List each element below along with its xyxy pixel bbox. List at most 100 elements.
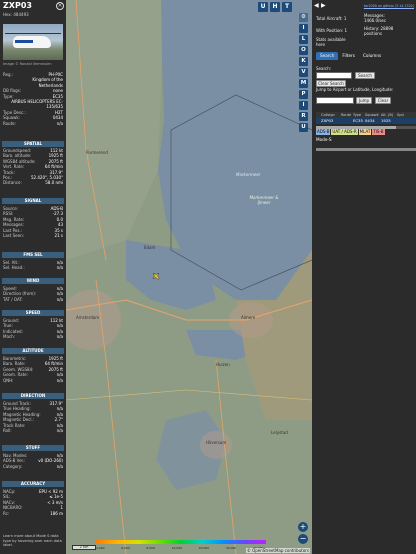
map-button-t[interactable]: T <box>282 2 292 12</box>
stuff-label: Category: <box>3 463 23 469</box>
altitude-row: QNH: n/a <box>3 378 63 383</box>
search-input[interactable] <box>316 72 352 79</box>
stuff-row: Category: n/a <box>3 464 63 469</box>
map-toolbar: ⚙ ILOKVMPIRU <box>299 13 312 132</box>
with-position: With Position: 1 <box>316 28 348 33</box>
direction-list: Ground Track: 317.9° True Heading: n/a Magne… <box>3 401 63 433</box>
spatial-label: Distance: <box>3 180 22 186</box>
info-label: Reg.: <box>3 72 14 77</box>
toolbar-button-p[interactable]: P <box>299 90 308 99</box>
badge-tisb: TIS-B <box>372 129 385 135</box>
accuracy-row: Rc: 186 m <box>3 511 63 516</box>
altitude-color-legend <box>96 540 266 544</box>
section-stuff[interactable]: STUFF <box>2 445 64 451</box>
info-label: Route: <box>3 120 16 126</box>
signal-value: 21 s <box>54 232 63 238</box>
modes-label: Mode-S <box>316 137 332 142</box>
toolbar-button-i[interactable]: I <box>299 24 308 33</box>
tab-filters[interactable]: Filters <box>338 52 359 60</box>
jump-button[interactable]: Jump <box>356 97 372 104</box>
helicopter-shape <box>13 36 51 48</box>
legend-tick: 4,000 <box>96 546 105 550</box>
badge-adsb: ADS-B <box>316 129 331 135</box>
direction-label: Roll: <box>3 427 12 433</box>
osm-attribution[interactable]: © OpenStreetMap contributors <box>245 548 310 553</box>
zoom-in-button[interactable]: + <box>298 522 308 532</box>
map-base <box>66 0 312 554</box>
tab-search[interactable]: Search <box>316 52 339 60</box>
toolbar-button-v[interactable]: V <box>299 68 308 77</box>
footer-note: Learn more about Mode S data type by hov… <box>3 534 62 548</box>
section-speed[interactable]: SPEED <box>2 310 64 316</box>
legend-tick: 6,000 <box>121 546 130 550</box>
section-altitude[interactable]: ALTITUDE <box>2 348 64 354</box>
table-cell <box>341 118 353 124</box>
legend-tick: 30,000 <box>225 546 237 550</box>
info-row: Route: n/a <box>3 121 63 126</box>
label-lelystad: Lelystad <box>271 430 288 435</box>
toolbar-button-m[interactable]: M <box>299 79 308 88</box>
direction-row: Roll: n/a <box>3 428 63 433</box>
selected-callsign: ZXP03 <box>3 1 32 10</box>
section-spatial[interactable]: SPATIAL <box>2 141 64 147</box>
rotor-shape <box>5 33 61 34</box>
photo-credit: Image © Ronald Vermeulen <box>3 62 52 66</box>
label-markermeer: Markermeer <box>236 172 261 177</box>
wind-list: Speed: n/a Direction (from): n/a TAT / OAT: n… <box>3 286 63 302</box>
sidebar-hscroll[interactable] <box>316 148 416 151</box>
stats-link[interactable]: here <box>316 42 325 47</box>
zoom-out-button[interactable]: − <box>298 534 308 544</box>
map-button-u[interactable]: U <box>258 2 268 12</box>
search-button[interactable]: Search <box>355 72 375 79</box>
toolbar-button-o[interactable]: O <box>299 46 308 55</box>
label-purmerend: Purmerend <box>86 150 108 155</box>
toolbar-button-u[interactable]: U <box>299 123 308 132</box>
close-icon[interactable]: × <box>56 2 64 10</box>
version-link[interactable]: tar1090 on github (3.14.1702) <box>364 4 414 8</box>
map-button-h[interactable]: H <box>270 2 280 12</box>
aircraft-info-panel: ZXP03 Hex: 484493 × Image © Ronald Verme… <box>0 0 66 554</box>
label-edam: Edam <box>144 245 156 250</box>
toolbar-button-i[interactable]: I <box>299 101 308 110</box>
spatial-list: Groundspeed: 112 kt Baro. altitude: 1925 ft… <box>3 148 63 186</box>
spatial-value: 58.0 nmi <box>45 180 63 186</box>
aircraft-photo[interactable] <box>3 24 63 60</box>
altitude-legend-ticks: 4,0006,0008,00010,00020,00030,00040,000+ <box>96 546 266 550</box>
fms_sel-row: Sel. Head.: n/a <box>3 265 63 270</box>
expand-sidebar-icon[interactable]: ▶ <box>321 2 326 9</box>
section-accuracy[interactable]: ACCURACY <box>2 481 64 487</box>
direction-value: n/a <box>56 427 63 433</box>
spatial-row: Distance: 58.0 nmi <box>3 180 63 185</box>
label-hilversum: Hilversum <box>206 440 227 445</box>
section-fms-sel[interactable]: FMS SEL <box>2 252 64 258</box>
table-cell: 1925 <box>381 118 391 123</box>
speed-list: Ground: 112 kt True: n/a Indicated: n/a Mach: n… <box>3 318 63 340</box>
fms_sel-value: n/a <box>56 265 63 271</box>
collapse-sidebar-icon[interactable]: ◀ <box>314 2 319 9</box>
jump-input[interactable] <box>316 97 354 104</box>
stuff-value: n/a <box>56 463 63 469</box>
history-sub: positions <box>364 31 382 36</box>
info-header: ZXP03 Hex: 484493 × <box>0 0 66 22</box>
section-wind[interactable]: WIND <box>2 278 64 284</box>
wind-value: n/a <box>56 296 63 302</box>
toolbar-button-k[interactable]: K <box>299 57 308 66</box>
speed-value: n/a <box>56 334 63 340</box>
section-direction[interactable]: DIRECTION <box>2 393 64 399</box>
altitude-label: QNH: <box>3 377 14 383</box>
clear-button[interactable]: Clear <box>375 97 391 104</box>
clear-search-button[interactable]: Clear Search <box>316 80 346 87</box>
table-row[interactable]: ZXP03 EC35 0434 1925 <box>316 118 416 124</box>
total-aircraft: Total Aircraft: 1 <box>316 16 347 21</box>
basic-info: Reg.: PH-PXC Kingdom of the Netherlands DB f… <box>3 72 63 126</box>
accuracy-value: 186 m <box>50 510 63 516</box>
table-cell: ZXP03 <box>321 118 334 123</box>
toolbar-button-l[interactable]: L <box>299 35 308 44</box>
tab-columns[interactable]: Columns <box>359 52 385 60</box>
info-value: n/a <box>56 120 63 126</box>
gear-icon[interactable]: ⚙ <box>299 13 308 22</box>
map-canvas[interactable]: Markermeer Markermeer & IJmeer Amsterdam… <box>66 0 312 554</box>
toolbar-button-r[interactable]: R <box>299 112 308 121</box>
table-cell: EC35 <box>353 118 363 123</box>
section-signal[interactable]: SIGNAL <box>2 198 64 204</box>
